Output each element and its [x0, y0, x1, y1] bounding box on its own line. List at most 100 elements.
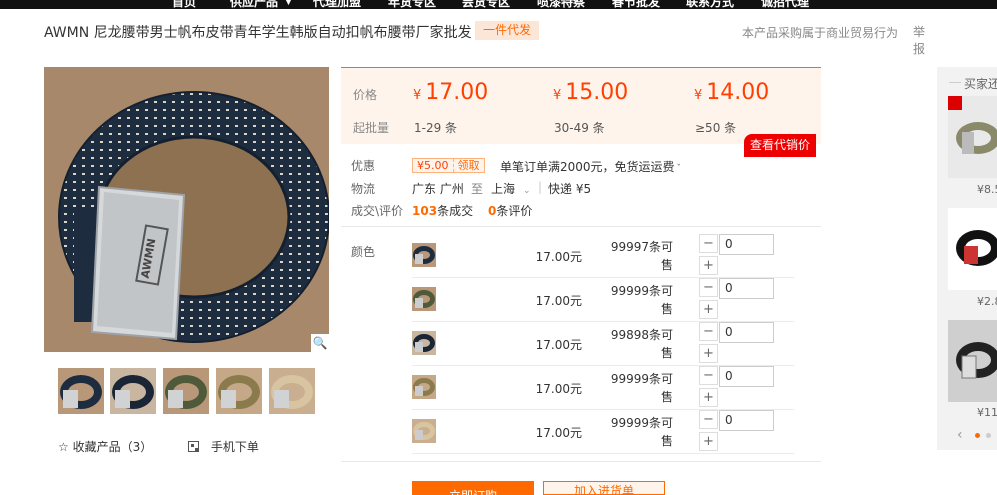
trade-notice: 本产品采购属于商业贸易行为	[742, 26, 899, 40]
qrcode-icon	[188, 441, 199, 452]
sku-price: 17.00元	[535, 426, 582, 440]
separator: |	[538, 180, 543, 194]
promo-label: 优惠	[351, 159, 376, 173]
tier-qty-2: 30-49 条	[554, 121, 605, 135]
sku-thumb-navy[interactable]	[412, 243, 436, 267]
plus-button[interactable]: +	[699, 432, 718, 451]
nav-item-products[interactable]: 供应产品	[230, 0, 278, 9]
view-agent-price-button[interactable]: 查看代销价	[744, 134, 817, 157]
tier-price-1: ¥17.00	[413, 80, 489, 105]
ship-to-select[interactable]: 上海 ⌄	[491, 180, 531, 197]
sku-row: 17.00元 99997条可售 − 0 +	[412, 234, 794, 278]
minus-button[interactable]: −	[699, 322, 718, 341]
promo-text[interactable]: 单笔订单满2000元，免货运运费 ˇ	[500, 158, 681, 175]
recommended-item[interactable]	[948, 208, 997, 290]
mobile-order-label: 手机下单	[210, 440, 259, 454]
quantity-input[interactable]: 0	[719, 322, 774, 343]
color-label: 颜色	[351, 245, 376, 259]
sku-stock: 99898条可售	[610, 328, 673, 360]
batch-label: 起批量	[353, 121, 390, 135]
nav-item-paint[interactable]: 喷漆特察	[537, 0, 585, 9]
deal-label: 成交\评价	[351, 204, 404, 218]
chevron-down-icon: ⌄	[523, 186, 531, 196]
plus-button[interactable]: +	[699, 344, 718, 363]
nav-item-contact[interactable]: 联系方式	[686, 0, 734, 9]
sku-price: 17.00元	[535, 382, 582, 396]
chevron-left-icon[interactable]: ‹	[957, 427, 963, 443]
chevron-down-icon: ˇ	[676, 164, 682, 174]
quantity-input[interactable]: 0	[719, 278, 774, 299]
minus-button[interactable]: −	[699, 410, 718, 429]
nav-item-agent[interactable]: 代理加盟	[313, 0, 361, 9]
recommended-price: ¥2.8	[977, 295, 997, 308]
minus-button[interactable]: −	[699, 366, 718, 385]
sku-thumb-navy-2[interactable]	[412, 331, 436, 355]
nav-item-taste[interactable]: 尝货专区	[462, 0, 510, 9]
also-bought-panel: 买家还 ¥8.5 ¥2.8 ¥11 ‹	[937, 67, 997, 450]
tier-price-2: ¥15.00	[553, 80, 629, 105]
sku-price: 17.00元	[535, 294, 582, 308]
dropship-badge[interactable]: 一件代发	[475, 21, 540, 40]
ship-to-word: 至	[471, 182, 484, 196]
sku-price: 17.00元	[535, 338, 582, 352]
zoom-icon[interactable]: 🔍	[311, 334, 329, 352]
review-stat[interactable]: 0条评价	[488, 202, 532, 219]
collect-product-button[interactable]: ☆ 收藏产品（3）	[58, 438, 152, 455]
recommended-price: ¥8.5	[977, 183, 997, 196]
sku-stock: 99997条可售	[610, 240, 673, 272]
mobile-order-button[interactable]: 手机下单	[188, 438, 259, 455]
section-divider	[341, 461, 821, 462]
main-product-image[interactable]: AWMN 🔍	[44, 67, 329, 352]
sku-thumb-olive[interactable]	[412, 287, 436, 311]
star-icon: ☆	[58, 440, 69, 454]
belt-image: AWMN	[44, 67, 329, 352]
thumbnail-khaki[interactable]	[216, 368, 262, 414]
carousel-dot[interactable]	[986, 433, 991, 438]
sku-stock: 99999条可售	[610, 372, 673, 404]
deal-stat[interactable]: 103条成交	[412, 202, 473, 219]
minus-button[interactable]: −	[699, 278, 718, 297]
sku-price: 17.00元	[535, 250, 582, 264]
thumbnail-navy[interactable]	[58, 368, 104, 414]
carousel-dot-active[interactable]	[975, 433, 980, 438]
quantity-input[interactable]: 0	[719, 366, 774, 387]
express-fee: 快递 ¥5	[548, 182, 592, 196]
top-nav: 首页 供应产品 ▼ 代理加盟 年货专区 尝货专区 喷漆特察 春节批发 联系方式 …	[0, 0, 997, 9]
tier-qty-1: 1-29 条	[414, 121, 458, 135]
plus-button[interactable]: +	[699, 300, 718, 319]
nav-item-home[interactable]: 首页	[172, 0, 196, 9]
coupon[interactable]: ¥5.00 领取	[412, 158, 485, 173]
sku-row: 17.00元 99999条可售 − 0 +	[412, 410, 794, 454]
sku-stock: 99999条可售	[610, 284, 673, 316]
thumbnail-beige[interactable]	[269, 368, 315, 414]
sku-row: 17.00元 99999条可售 − 0 +	[412, 366, 794, 410]
thumbnail-olive[interactable]	[163, 368, 209, 414]
nav-item-recruit[interactable]: 诚招代理	[761, 0, 809, 9]
sku-row: 17.00元 99999条可售 − 0 +	[412, 278, 794, 322]
quantity-input[interactable]: 0	[719, 410, 774, 431]
recommended-price: ¥11	[977, 406, 997, 419]
coupon-get[interactable]: 领取	[452, 159, 484, 172]
logistics-label: 物流	[351, 182, 376, 196]
coupon-amount: ¥5.00	[417, 159, 449, 172]
plus-button[interactable]: +	[699, 256, 718, 275]
price-box: 价格 起批量 ¥17.00 ¥15.00 ¥14.00 1-29 条 30-49…	[341, 67, 821, 144]
quantity-input[interactable]: 0	[719, 234, 774, 255]
report-link[interactable]: 举报	[913, 24, 929, 58]
thumbnail-navy-2[interactable]	[110, 368, 156, 414]
recommended-item[interactable]	[948, 320, 997, 402]
sku-thumb-khaki[interactable]	[412, 375, 436, 399]
minus-button[interactable]: −	[699, 234, 718, 253]
also-bought-title: 买家还	[964, 77, 997, 91]
product-title: AWMN 尼龙腰带男士帆布皮带青年学生韩版自动扣帆布腰带厂家批发	[44, 25, 472, 41]
collect-label: 收藏产品（3）	[72, 440, 153, 454]
nav-item-newyear[interactable]: 年货专区	[388, 0, 436, 9]
recommended-item[interactable]	[948, 96, 997, 178]
ship-from: 广东 广州	[412, 182, 464, 196]
plus-button[interactable]: +	[699, 388, 718, 407]
nav-item-spring[interactable]: 春节批发	[612, 0, 660, 9]
price-label: 价格	[353, 88, 378, 102]
sku-thumb-beige[interactable]	[412, 419, 436, 443]
sku-stock: 99999条可售	[610, 416, 673, 448]
sku-row: 17.00元 99898条可售 − 0 +	[412, 322, 794, 366]
